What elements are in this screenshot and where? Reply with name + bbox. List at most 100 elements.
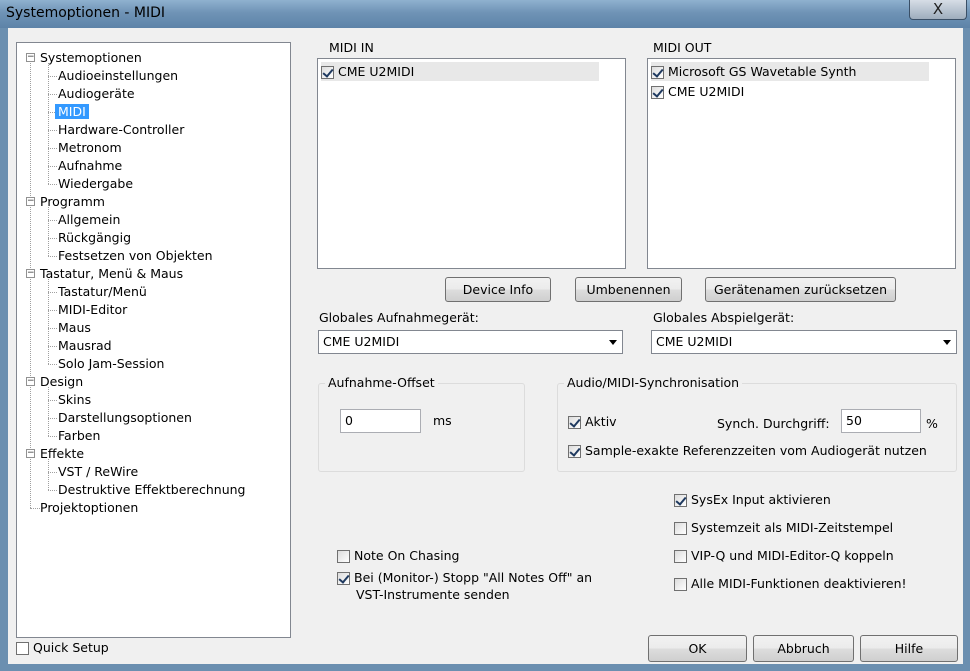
tree-node[interactable]: Rückgängig xyxy=(58,229,131,247)
tree-node-label: Festsetzen von Objekten xyxy=(58,248,213,263)
vipq-checkbox[interactable]: VIP-Q und MIDI-Editor-Q koppeln xyxy=(674,547,894,565)
reset-names-button[interactable]: Gerätenamen zurücksetzen xyxy=(705,277,896,302)
tree-node-label: Destruktive Effektberechnung xyxy=(58,482,246,497)
tree-expander-icon[interactable]: − xyxy=(26,53,35,62)
tree-connector xyxy=(48,238,57,239)
dialog-window: Systemoptionen - MIDI X − Systemoptionen A… xyxy=(0,0,970,671)
rename-button[interactable]: Umbenennen xyxy=(575,277,682,302)
all-notes-off-label-2: VST-Instrumente senden xyxy=(356,587,510,602)
tree-connector xyxy=(48,130,57,131)
tree-node[interactable]: MIDI-Editor xyxy=(58,301,127,319)
title-bar[interactable]: Systemoptionen - MIDI X xyxy=(0,0,970,28)
midi-out-item-checkbox[interactable] xyxy=(651,66,664,79)
tree-node[interactable]: VST / ReWire xyxy=(58,463,138,481)
systemtime-checkbox[interactable]: Systemzeit als MIDI-Zeitstempel xyxy=(674,519,893,537)
chevron-down-icon xyxy=(609,340,617,345)
midi-out-item-checkbox[interactable] xyxy=(651,86,664,99)
tree-node[interactable]: Projektoptionen xyxy=(40,499,138,517)
tree-expander-icon[interactable]: − xyxy=(26,377,35,386)
tree-node-label: Audioeinstellungen xyxy=(58,68,179,83)
tree-node[interactable]: Effekte xyxy=(40,445,84,463)
tree-node[interactable]: Destruktive Effektberechnung xyxy=(58,481,245,499)
tree-node[interactable]: Solo Jam-Session xyxy=(58,355,164,373)
tree-node[interactable]: Metronom xyxy=(58,139,122,157)
vipq-box[interactable] xyxy=(674,550,687,563)
quick-setup-box[interactable] xyxy=(16,642,29,655)
tree-node[interactable]: Tastatur/Menü xyxy=(58,283,147,301)
tree-node-label: Tastatur/Menü xyxy=(58,284,147,299)
tree-node[interactable]: Farben xyxy=(58,427,100,445)
list-item[interactable]: CME U2MIDI xyxy=(651,82,744,101)
tree-node-label: MIDI xyxy=(55,104,89,119)
tree-node[interactable]: MIDI xyxy=(55,103,89,121)
all-notes-off-box[interactable] xyxy=(337,572,350,585)
tree-connector xyxy=(48,346,57,347)
all-notes-off-checkbox[interactable]: Bei (Monitor-) Stopp "All Notes Off" an xyxy=(337,569,592,587)
device-info-button[interactable]: Device Info xyxy=(445,277,551,302)
midi-in-item-checkbox[interactable] xyxy=(321,66,334,79)
tree-node-label: MIDI-Editor xyxy=(58,302,128,317)
tree-node-label: Darstellungsoptionen xyxy=(58,410,192,425)
vipq-label: VIP-Q und MIDI-Editor-Q koppeln xyxy=(691,548,894,563)
tree-node-label: Rückgängig xyxy=(58,230,132,245)
tree-node[interactable]: Design xyxy=(40,373,83,391)
midi-out-list[interactable]: Microsoft GS Wavetable Synth CME U2MIDI xyxy=(647,58,956,269)
tree-connector xyxy=(48,436,57,437)
note-chasing-box[interactable] xyxy=(337,550,350,563)
quick-setup-checkbox[interactable]: Quick Setup xyxy=(16,639,109,657)
tree-connector xyxy=(48,364,57,365)
tree-node-label: Skins xyxy=(58,392,92,407)
disable-all-checkbox[interactable]: Alle MIDI-Funktionen deaktivieren! xyxy=(674,575,907,593)
tree-connector xyxy=(48,472,57,473)
tree-node[interactable]: Maus xyxy=(58,319,91,337)
global-record-select[interactable]: CME U2MIDI xyxy=(318,330,623,354)
sysex-box[interactable] xyxy=(674,494,687,507)
tree-node[interactable]: Programm xyxy=(40,193,105,211)
tree-expander-icon[interactable]: − xyxy=(26,269,35,278)
record-offset-input[interactable]: 0 xyxy=(340,409,421,433)
tree-node-label: Solo Jam-Session xyxy=(58,356,165,371)
tree-node[interactable]: Skins xyxy=(58,391,91,409)
disable-all-box[interactable] xyxy=(674,578,687,591)
disable-all-label: Alle MIDI-Funktionen deaktivieren! xyxy=(691,576,907,591)
chevron-down-icon xyxy=(943,340,951,345)
tree-node[interactable]: Festsetzen von Objekten xyxy=(58,247,213,265)
options-tree[interactable]: − Systemoptionen Audioeinstellungen Audioge… xyxy=(16,42,291,638)
sample-exact-checkbox[interactable]: Sample-exakte Referenzzeiten vom Audioge… xyxy=(568,442,927,460)
ok-button[interactable]: OK xyxy=(648,635,747,662)
tree-node-label: Maus xyxy=(58,320,91,335)
tree-expander-icon[interactable]: − xyxy=(26,449,35,458)
tree-connector xyxy=(48,256,57,257)
sample-exact-box[interactable] xyxy=(568,445,581,458)
tree-node[interactable]: Mausrad xyxy=(58,337,112,355)
help-button[interactable]: Hilfe xyxy=(860,635,958,662)
tree-branch-line xyxy=(48,459,49,490)
tree-node[interactable]: Audioeinstellungen xyxy=(58,67,178,85)
tree-node[interactable]: Hardware-Controller xyxy=(58,121,184,139)
tree-connector xyxy=(48,76,57,77)
sync-grip-input[interactable]: 50 xyxy=(841,409,921,433)
note-chasing-checkbox[interactable]: Note On Chasing xyxy=(337,547,459,565)
sync-active-box[interactable] xyxy=(568,416,581,429)
tree-node[interactable]: Audiogeräte xyxy=(58,85,135,103)
sync-active-checkbox[interactable]: Aktiv xyxy=(568,413,617,431)
systemtime-box[interactable] xyxy=(674,522,687,535)
tree-node[interactable]: Darstellungsoptionen xyxy=(58,409,192,427)
sysex-checkbox[interactable]: SysEx Input aktivieren xyxy=(674,491,831,509)
tree-node-label: Allgemein xyxy=(58,212,121,227)
tree-node[interactable]: Systemoptionen xyxy=(40,49,142,67)
list-item[interactable]: CME U2MIDI xyxy=(321,62,599,81)
global-play-select[interactable]: CME U2MIDI xyxy=(651,330,957,354)
midi-in-list[interactable]: CME U2MIDI xyxy=(317,58,626,269)
record-offset-title: Aufnahme-Offset xyxy=(325,375,438,390)
tree-node[interactable]: Aufnahme xyxy=(58,157,122,175)
tree-expander-icon[interactable]: − xyxy=(26,197,35,206)
close-button[interactable]: X xyxy=(909,0,967,20)
tree-node[interactable]: Tastatur, Menü & Maus xyxy=(40,265,183,283)
tree-node[interactable]: Wiedergabe xyxy=(58,175,133,193)
tree-node[interactable]: Allgemein xyxy=(58,211,120,229)
midi-in-label: MIDI IN xyxy=(329,40,374,55)
close-icon: X xyxy=(932,0,944,18)
cancel-button[interactable]: Abbruch xyxy=(753,635,854,662)
list-item[interactable]: Microsoft GS Wavetable Synth xyxy=(651,62,929,81)
